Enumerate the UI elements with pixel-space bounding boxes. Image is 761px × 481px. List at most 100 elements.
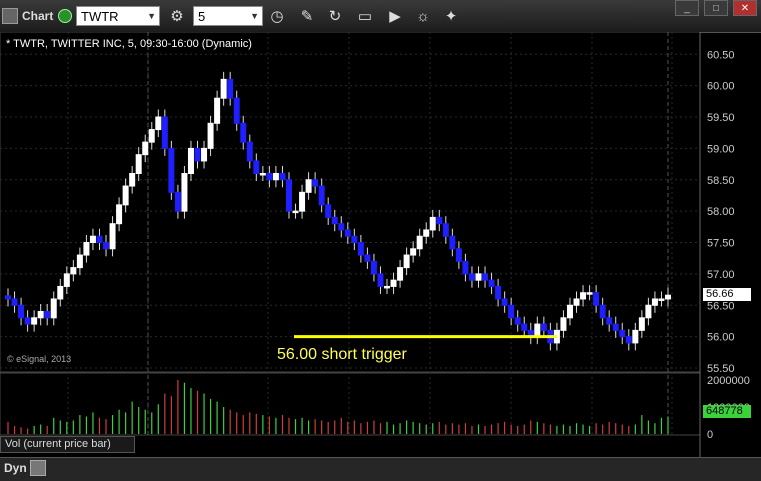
candle-body bbox=[18, 304, 25, 319]
candle-body bbox=[194, 147, 201, 162]
candle-body bbox=[246, 141, 253, 162]
chart-label: Chart bbox=[22, 9, 54, 23]
candle-body bbox=[331, 216, 338, 225]
last-price-tag: 56.66 bbox=[703, 288, 751, 301]
volume-pane bbox=[0, 372, 701, 436]
close-button[interactable]: ✕ bbox=[733, 0, 757, 16]
candle-body bbox=[109, 223, 116, 250]
pencil-icon[interactable]: ✎ bbox=[296, 6, 318, 26]
y-tick-label: 57.00 bbox=[707, 269, 735, 281]
clock-icon[interactable]: ◷ bbox=[266, 6, 288, 26]
chevron-down-icon[interactable]: ▼ bbox=[147, 11, 156, 21]
candle-body bbox=[606, 317, 613, 325]
candle-body bbox=[377, 273, 384, 287]
candle-body bbox=[560, 317, 567, 331]
settings-icon[interactable]: ☼ bbox=[412, 6, 434, 26]
y-tick-label: 55.50 bbox=[707, 363, 735, 375]
candle-body bbox=[96, 235, 103, 244]
candle-body bbox=[351, 235, 358, 244]
vol-tick-label: 2000000 bbox=[707, 375, 750, 387]
candle-body bbox=[338, 223, 345, 231]
candle-body bbox=[70, 267, 77, 275]
price-chart[interactable]: 60.50 60.00 59.50 59.00 58.50 58.00 57.50 57.00… bbox=[0, 32, 761, 457]
candle-body bbox=[501, 298, 508, 306]
candle-body bbox=[11, 298, 18, 306]
y-tick-label: 56.00 bbox=[707, 332, 735, 344]
candle-body bbox=[599, 304, 606, 319]
candle-body bbox=[586, 292, 593, 295]
candle-body bbox=[370, 260, 377, 275]
trigger-annotation: 56.00 short trigger bbox=[277, 346, 407, 363]
volume-pane-label[interactable]: Vol (current price bar) bbox=[0, 436, 135, 453]
candle-body bbox=[155, 116, 162, 131]
candle-body bbox=[665, 294, 671, 300]
candle-body bbox=[397, 267, 404, 281]
candle-body bbox=[423, 229, 430, 237]
candle-body bbox=[573, 298, 580, 306]
candle-body bbox=[442, 223, 449, 237]
interval-input[interactable]: 5 ▼ bbox=[193, 6, 263, 26]
candle-body bbox=[436, 216, 443, 225]
candle-body bbox=[325, 204, 332, 218]
candle-body bbox=[76, 254, 83, 269]
candle-body bbox=[318, 185, 325, 206]
interval-value: 5 bbox=[198, 8, 206, 24]
candle-body bbox=[632, 329, 639, 344]
y-tick-label: 58.00 bbox=[707, 206, 735, 218]
candle-body bbox=[181, 172, 188, 212]
chevron-down-icon[interactable]: ▼ bbox=[250, 11, 259, 21]
candle-body bbox=[116, 204, 123, 225]
candle-body bbox=[44, 311, 51, 319]
minimize-button[interactable]: _ bbox=[675, 0, 699, 16]
candle-body bbox=[103, 242, 110, 250]
candle-body bbox=[462, 260, 469, 275]
link-icon[interactable]: ✦ bbox=[440, 6, 462, 26]
chart-icon bbox=[2, 8, 18, 24]
chart-menu[interactable]: Chart bbox=[2, 6, 53, 26]
play-icon[interactable]: ▶ bbox=[384, 6, 406, 26]
candle-body bbox=[508, 304, 515, 319]
candle-body bbox=[619, 329, 626, 338]
cycle-icon[interactable]: ⚙ bbox=[166, 6, 188, 26]
candle-body bbox=[482, 273, 489, 281]
candle-body bbox=[403, 254, 410, 269]
refresh-icon[interactable]: ↻ bbox=[324, 6, 346, 26]
candle-body bbox=[187, 147, 194, 174]
chart-legend: * TWTR, TWITTER INC, 5, 09:30-16:00 (Dyn… bbox=[6, 38, 252, 50]
restore-button[interactable]: □ bbox=[704, 0, 728, 16]
candle-body bbox=[580, 292, 587, 300]
candle-body bbox=[50, 298, 57, 319]
candle-body bbox=[299, 191, 306, 212]
candle-body bbox=[207, 122, 214, 149]
candle-body bbox=[468, 273, 475, 281]
candle-body bbox=[57, 285, 64, 300]
candle-body bbox=[638, 317, 645, 331]
candle-body bbox=[168, 147, 175, 193]
dynamic-label[interactable]: Dyn bbox=[4, 461, 27, 475]
last-volume-tag: 648778 bbox=[703, 405, 751, 418]
candle-body bbox=[357, 242, 364, 256]
y-tick-label: 60.50 bbox=[707, 49, 735, 61]
candle-body bbox=[651, 298, 658, 306]
candle-body bbox=[142, 141, 149, 156]
lock-icon[interactable] bbox=[30, 460, 46, 476]
candle-body bbox=[272, 172, 279, 181]
candle-body bbox=[488, 279, 495, 287]
candle-body bbox=[521, 323, 528, 331]
symbol-input[interactable]: TWTR ▼ bbox=[76, 6, 160, 26]
connection-status-icon bbox=[58, 9, 72, 23]
candle-body bbox=[63, 273, 70, 287]
eraser-icon[interactable]: ▭ bbox=[354, 6, 376, 26]
candle-body bbox=[364, 254, 371, 262]
candle-body bbox=[161, 116, 168, 149]
candle-body bbox=[540, 323, 547, 331]
candle-body bbox=[312, 179, 319, 187]
y-tick-label: 59.50 bbox=[707, 112, 735, 124]
candle-body bbox=[83, 242, 90, 256]
candle-body bbox=[534, 323, 541, 338]
copyright: © eSignal, 2013 bbox=[7, 354, 72, 364]
candle-body bbox=[253, 160, 260, 174]
candle-body bbox=[24, 317, 31, 325]
candle-body bbox=[220, 78, 227, 99]
candle-body bbox=[449, 235, 456, 250]
